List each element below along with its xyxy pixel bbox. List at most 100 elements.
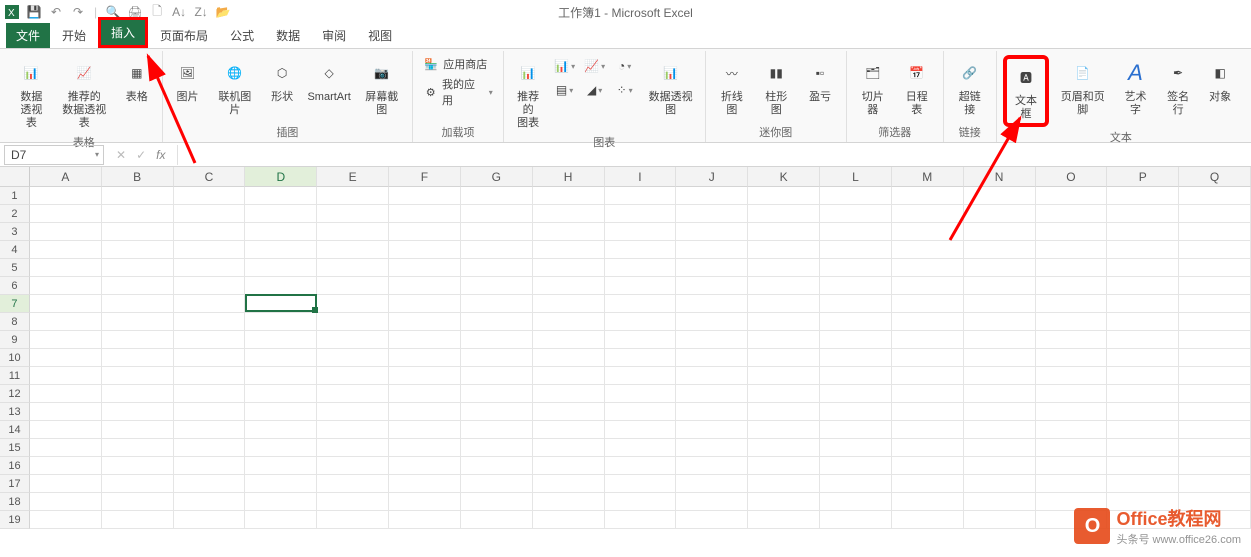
slicer-button[interactable]: 🗂切片器 xyxy=(853,55,893,119)
cell[interactable] xyxy=(892,403,964,421)
enter-icon[interactable]: ✓ xyxy=(136,148,146,162)
cell[interactable] xyxy=(389,403,461,421)
cell[interactable] xyxy=(317,259,389,277)
cell[interactable] xyxy=(461,349,533,367)
cell[interactable] xyxy=(820,331,892,349)
cell[interactable] xyxy=(30,385,102,403)
cell[interactable] xyxy=(389,331,461,349)
col-header[interactable]: P xyxy=(1107,167,1179,187)
cell[interactable] xyxy=(533,439,605,457)
cell[interactable] xyxy=(30,421,102,439)
cell[interactable] xyxy=(461,205,533,223)
cell[interactable] xyxy=(892,367,964,385)
cell[interactable] xyxy=(1179,205,1251,223)
hyperlink-button[interactable]: 🔗超链接 xyxy=(950,55,990,119)
cell[interactable] xyxy=(174,421,246,439)
cell[interactable] xyxy=(245,439,317,457)
cell[interactable] xyxy=(676,349,748,367)
cell[interactable] xyxy=(964,331,1036,349)
row-header[interactable]: 3 xyxy=(0,223,30,241)
cell[interactable] xyxy=(30,187,102,205)
cell[interactable] xyxy=(317,331,389,349)
tab-file[interactable]: 文件 xyxy=(6,23,50,48)
select-all-corner[interactable] xyxy=(0,167,30,187)
cell[interactable] xyxy=(605,295,677,313)
cell[interactable] xyxy=(605,475,677,493)
cell[interactable] xyxy=(1107,259,1179,277)
cell[interactable] xyxy=(174,313,246,331)
cell[interactable] xyxy=(820,295,892,313)
cell[interactable] xyxy=(174,205,246,223)
cell[interactable] xyxy=(964,187,1036,205)
cell[interactable] xyxy=(1179,187,1251,205)
cell[interactable] xyxy=(748,457,820,475)
cell[interactable] xyxy=(30,439,102,457)
cell[interactable] xyxy=(820,349,892,367)
cell[interactable] xyxy=(1036,259,1108,277)
cell[interactable] xyxy=(389,349,461,367)
cell[interactable] xyxy=(1179,259,1251,277)
cell[interactable] xyxy=(748,277,820,295)
cell[interactable] xyxy=(820,421,892,439)
cell[interactable] xyxy=(245,385,317,403)
sort-asc-icon[interactable]: A↓ xyxy=(171,4,187,20)
row-header[interactable]: 18 xyxy=(0,493,30,511)
cell[interactable] xyxy=(1179,277,1251,295)
cell[interactable] xyxy=(676,457,748,475)
cell[interactable] xyxy=(1107,349,1179,367)
row-header[interactable]: 15 xyxy=(0,439,30,457)
cell[interactable] xyxy=(102,295,174,313)
cell[interactable] xyxy=(892,295,964,313)
cell[interactable] xyxy=(317,277,389,295)
cell[interactable] xyxy=(30,205,102,223)
line-chart-button[interactable]: 📈 xyxy=(581,55,609,77)
cell[interactable] xyxy=(892,187,964,205)
cell[interactable] xyxy=(892,259,964,277)
cell[interactable] xyxy=(389,277,461,295)
cell[interactable] xyxy=(30,259,102,277)
cell[interactable] xyxy=(820,187,892,205)
cell[interactable] xyxy=(389,187,461,205)
cell[interactable] xyxy=(245,367,317,385)
cell[interactable] xyxy=(533,187,605,205)
col-header[interactable]: N xyxy=(964,167,1036,187)
cell[interactable] xyxy=(820,313,892,331)
cell[interactable] xyxy=(174,367,246,385)
col-header[interactable]: B xyxy=(102,167,174,187)
cell[interactable] xyxy=(461,493,533,511)
cell[interactable] xyxy=(892,223,964,241)
cell[interactable] xyxy=(676,277,748,295)
col-header[interactable]: O xyxy=(1036,167,1108,187)
cell[interactable] xyxy=(676,475,748,493)
cell[interactable] xyxy=(1179,439,1251,457)
cell[interactable] xyxy=(964,205,1036,223)
cell[interactable] xyxy=(820,367,892,385)
cell[interactable] xyxy=(605,313,677,331)
cell[interactable] xyxy=(1107,367,1179,385)
row-header[interactable]: 6 xyxy=(0,277,30,295)
tab-home[interactable]: 开始 xyxy=(52,23,96,48)
cell[interactable] xyxy=(748,331,820,349)
cell[interactable] xyxy=(820,403,892,421)
cell[interactable] xyxy=(533,259,605,277)
cell[interactable] xyxy=(533,367,605,385)
sort-desc-icon[interactable]: Z↓ xyxy=(193,4,209,20)
cell[interactable] xyxy=(245,403,317,421)
cell[interactable] xyxy=(245,259,317,277)
cell[interactable] xyxy=(245,187,317,205)
cell[interactable] xyxy=(30,331,102,349)
tab-view[interactable]: 视图 xyxy=(358,23,402,48)
cell[interactable] xyxy=(317,187,389,205)
cell[interactable] xyxy=(1107,277,1179,295)
cell[interactable] xyxy=(389,295,461,313)
cell[interactable] xyxy=(676,313,748,331)
cell[interactable] xyxy=(102,385,174,403)
cell[interactable] xyxy=(102,241,174,259)
cell[interactable] xyxy=(533,241,605,259)
pivotchart-button[interactable]: 📊数据透视图 xyxy=(643,55,699,119)
cell[interactable] xyxy=(389,223,461,241)
cell[interactable] xyxy=(245,313,317,331)
cell[interactable] xyxy=(676,493,748,511)
cell[interactable] xyxy=(245,331,317,349)
cell[interactable] xyxy=(820,277,892,295)
